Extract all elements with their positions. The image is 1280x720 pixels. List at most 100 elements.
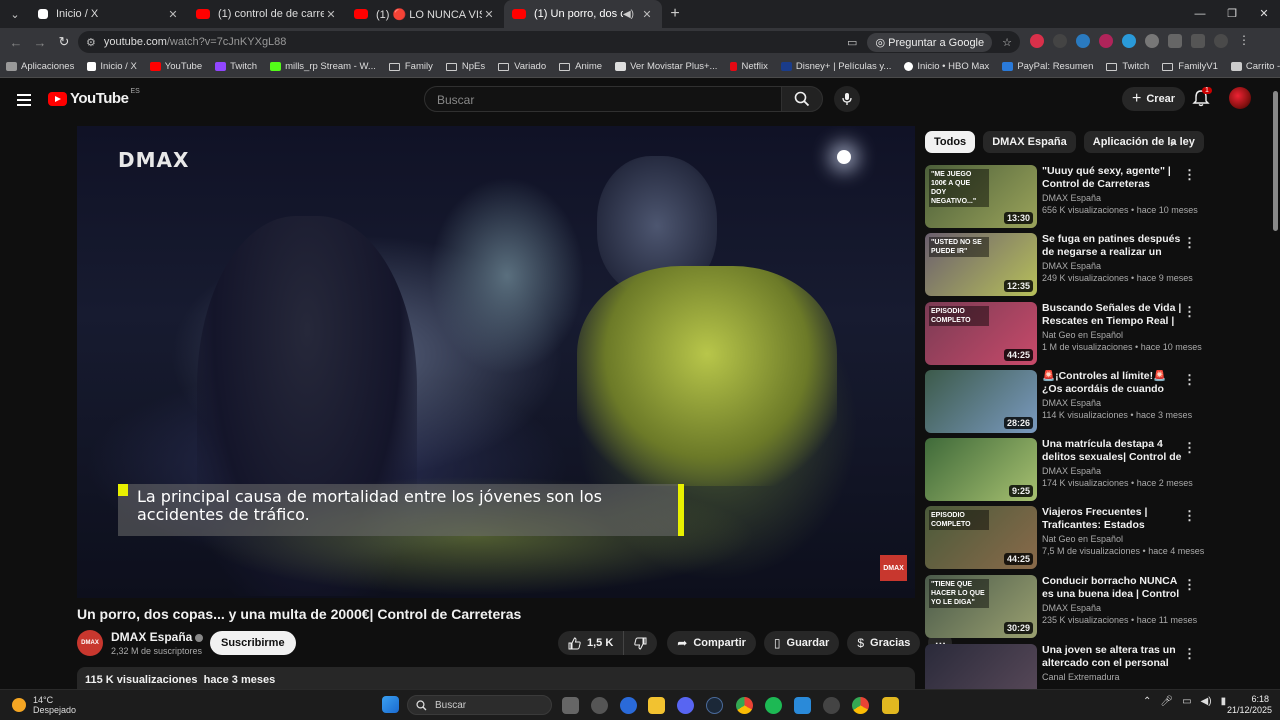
thanks-button[interactable]: $ Gracias [847,631,921,655]
recommended-video[interactable]: 9:25 Una matrícula destapa 4 delitos sexu… [925,438,1200,502]
more-options-icon[interactable]: ⋮ [1183,646,1196,662]
profile-icon[interactable] [1214,34,1228,48]
video-title[interactable]: Viajeros Frecuentes | Traficantes: Estad… [1042,506,1182,532]
video-title[interactable]: Una matrícula destapa 4 delitos sexuales… [1042,438,1182,464]
more-options-icon[interactable]: ⋮ [1183,577,1196,593]
bookmark-folder-family[interactable]: Family [388,61,433,72]
channel-name[interactable]: Canal Extremadura [1042,672,1182,682]
extension-wallet-icon[interactable] [1122,34,1136,48]
youtube-logo[interactable]: YouTube ES [48,88,140,107]
page-scrollbar[interactable] [1270,79,1280,689]
new-tab-button[interactable]: + [662,5,688,23]
extension-shield-icon[interactable] [1145,34,1159,48]
bookmark-netflix[interactable]: Netflix [730,61,768,72]
hamburger-menu-icon[interactable] [17,94,31,109]
video-title[interactable]: Se fuga en patines después de negarse a … [1042,233,1182,259]
chrome-icon[interactable] [736,697,753,714]
channel-name[interactable]: DMAX España [1042,398,1182,408]
bookmark-disney[interactable]: Disney+ | Películas y... [780,61,891,72]
extension-red-icon[interactable] [1030,34,1044,48]
video-thumbnail[interactable]: 28:26 [925,370,1037,433]
task-view-icon[interactable] [562,697,579,714]
steam-icon[interactable] [706,697,723,714]
bookmark-twitch[interactable]: Twitch [215,61,257,72]
bookmark-folder-anime[interactable]: Anime [559,61,602,72]
more-options-icon[interactable]: ⋮ [1183,372,1196,388]
voice-search-button[interactable] [834,86,860,112]
avatar[interactable] [1229,87,1251,109]
back-icon[interactable]: ← [4,35,28,50]
bookmark-folder-familyv1[interactable]: FamilyV1 [1162,61,1218,72]
like-button[interactable]: 1,5 K [558,631,625,655]
save-button[interactable]: ▯ Guardar [763,631,840,655]
reload-icon[interactable]: ↻ [52,34,76,50]
recommended-video[interactable]: 28:26 🚨¡Controles al límite!🚨 ¿Os acordái… [925,370,1200,434]
more-options-icon[interactable]: ⋮ [1183,235,1196,251]
video-thumbnail[interactable]: EPISODIO COMPLETO 44:25 [925,506,1037,569]
cast-icon[interactable]: ▭ [847,36,857,49]
puzzle-icon[interactable] [1168,34,1182,48]
search-button[interactable] [781,86,823,112]
spotify-icon[interactable] [765,697,782,714]
browser-tab-x[interactable]: Inicio / X ✕ [30,0,188,28]
bookmark-folder-twitch[interactable]: Twitch [1106,61,1149,72]
bookmark-rhinoshield[interactable]: Carrito - RHINOSHI... [1230,61,1280,72]
app-gear-icon[interactable] [823,697,840,714]
chip-all[interactable]: Todos [925,131,976,153]
extension-notify-icon[interactable] [1099,34,1113,48]
browser-tab-active[interactable]: (1) Un porro, dos copas... y ◀) ✕ [504,0,662,28]
search-input[interactable]: Buscar [424,86,782,112]
channel-avatar[interactable]: DMAX [77,630,103,656]
bookmark-folder-variado[interactable]: Variado [498,61,546,72]
chip-channel[interactable]: DMAX España [983,131,1076,153]
video-thumbnail[interactable]: "USTED NO SE PUEDE IR" 12:35 [925,233,1037,296]
chevron-up-icon[interactable]: ⌃ [1143,696,1151,707]
browser-tab-yt-2[interactable]: (1) 🔴 LO NUNCA VISTO 🔴 de ✕ [346,0,504,28]
network-icon[interactable]: ▭ [1182,696,1191,707]
share-button[interactable]: ➦ Compartir [667,631,756,655]
create-button[interactable]: + Crear [1122,87,1186,111]
chevron-right-icon[interactable]: › [1170,134,1175,150]
video-title[interactable]: Una joven se altera tras un altercado co… [1042,644,1182,670]
close-tab-icon[interactable]: ✕ [166,8,180,21]
taskbar-search-input[interactable]: Buscar [407,695,552,715]
bookmark-movistar[interactable]: Ver Movistar Plus+... [615,61,717,72]
battery-icon[interactable]: ▮ [1221,696,1227,707]
bookmark-folder-npes[interactable]: NpEs [445,61,485,72]
more-options-icon[interactable]: ⋮ [1183,440,1196,456]
more-options-icon[interactable]: ⋮ [1183,508,1196,524]
chrome-active-icon[interactable] [852,697,869,714]
subscribe-button[interactable]: Suscribirme [210,631,296,655]
bookmark-star-icon[interactable]: ☆ [1002,36,1012,49]
channel-name[interactable]: Nat Geo en Español [1042,534,1182,544]
bookmark-apps[interactable]: Aplicaciones [6,61,74,72]
more-options-icon[interactable]: ⋮ [1183,304,1196,320]
bookmark-paypal[interactable]: PayPal: Resumen [1002,61,1093,72]
scrollbar-thumb[interactable] [1273,91,1278,231]
tab-search-icon[interactable]: ⌄ [4,3,26,25]
app-yellow-icon[interactable] [882,697,899,714]
speaker-icon[interactable]: ◀) [623,9,634,20]
channel-name[interactable]: DMAX España [1042,603,1182,613]
browser-tab-yt-1[interactable]: (1) control de de carreteras 09 l ✕ [188,0,346,28]
restore-icon[interactable]: ❐ [1216,0,1248,28]
ask-google-button[interactable]: ◎ Preguntar a Google [867,32,993,52]
bookmark-youtube[interactable]: YouTube [149,61,202,72]
video-thumbnail[interactable]: "TIENE QUE HACER LO QUE YO LE DIGA" 30:29 [925,575,1037,638]
microphone-icon[interactable]: 🎤︎ [1160,696,1173,707]
video-player[interactable]: DMAX La principal causa de mortalidad en… [77,126,915,598]
chip-topic[interactable]: Aplicación de la ley [1083,131,1204,153]
channel-name[interactable]: DMAX España [1042,193,1182,203]
channel-name[interactable]: DMAX España [1042,466,1182,476]
channel-name[interactable]: Nat Geo en Español [1042,330,1182,340]
video-title[interactable]: 🚨¡Controles al límite!🚨 ¿Os acordáis de … [1042,370,1182,396]
bookmark-kick[interactable]: mills_rp Stream - W... [270,61,376,72]
recommended-video[interactable]: "TIENE QUE HACER LO QUE YO LE DIGA" 30:29… [925,575,1200,639]
notifications-button[interactable]: 1 [1192,87,1212,109]
recommended-video[interactable]: EPISODIO COMPLETO 44:25 Buscando Señales d… [925,302,1202,366]
bookmark-hbo[interactable]: Inicio • HBO Max [904,61,989,72]
photos-icon[interactable] [794,697,811,714]
dislike-button[interactable] [624,631,658,655]
app-browser-blue-icon[interactable] [620,697,637,714]
media-icon[interactable] [1191,34,1205,48]
